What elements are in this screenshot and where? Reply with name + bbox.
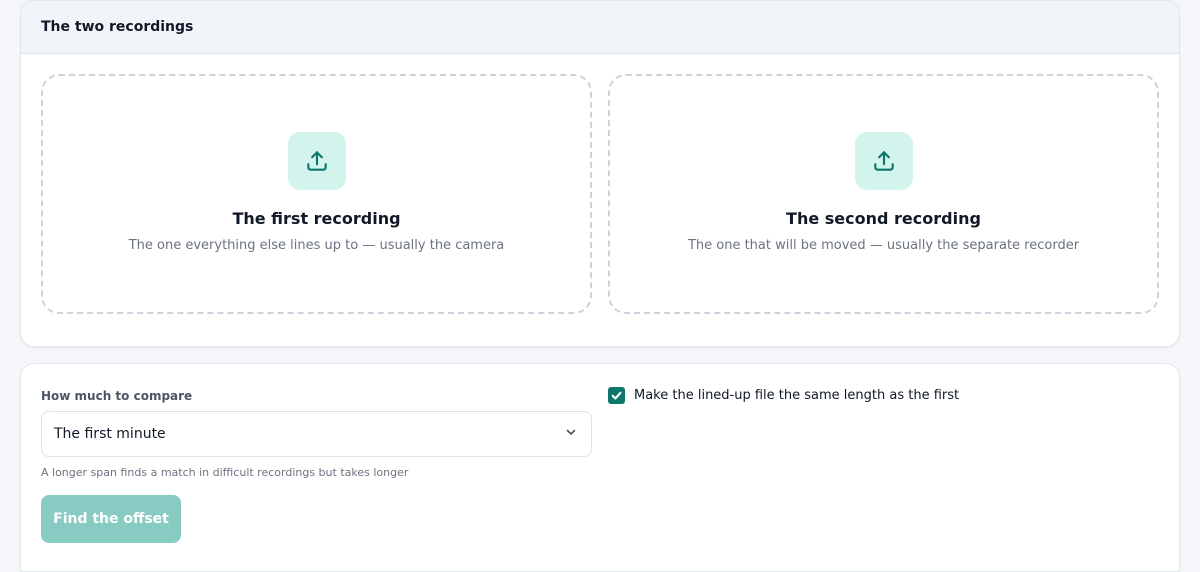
compare-label: How much to compare	[41, 389, 193, 403]
same-length-checkbox[interactable]	[608, 387, 625, 404]
second-recording-title: The second recording	[786, 209, 981, 228]
compare-hint: A longer span finds a match in difficult…	[41, 466, 409, 479]
recordings-header: The two recordings	[21, 1, 1179, 54]
checkmark-icon	[611, 391, 622, 400]
compare-select-value: The first minute	[54, 426, 166, 442]
recordings-header-title: The two recordings	[41, 19, 194, 35]
upload-icon	[287, 132, 346, 190]
chevron-down-icon	[565, 426, 577, 442]
recordings-card: The two recordings The first recording T…	[20, 0, 1180, 347]
first-recording-dropzone[interactable]: The first recording The one everything e…	[41, 74, 592, 314]
first-recording-subtitle: The one everything else lines up to — us…	[128, 238, 505, 253]
second-recording-dropzone[interactable]: The second recording The one that will b…	[608, 74, 1159, 314]
find-offset-button[interactable]: Find the offset	[41, 495, 181, 543]
same-length-option[interactable]: Make the lined-up file the same length a…	[608, 387, 959, 404]
first-recording-title: The first recording	[232, 209, 401, 228]
same-length-label: Make the lined-up file the same length a…	[634, 388, 960, 403]
upload-icon	[854, 132, 913, 190]
second-recording-subtitle: The one that will be moved — usually the…	[687, 238, 1080, 253]
options-card: How much to compare The first minute A l…	[20, 363, 1180, 572]
compare-select[interactable]: The first minute	[41, 411, 592, 457]
